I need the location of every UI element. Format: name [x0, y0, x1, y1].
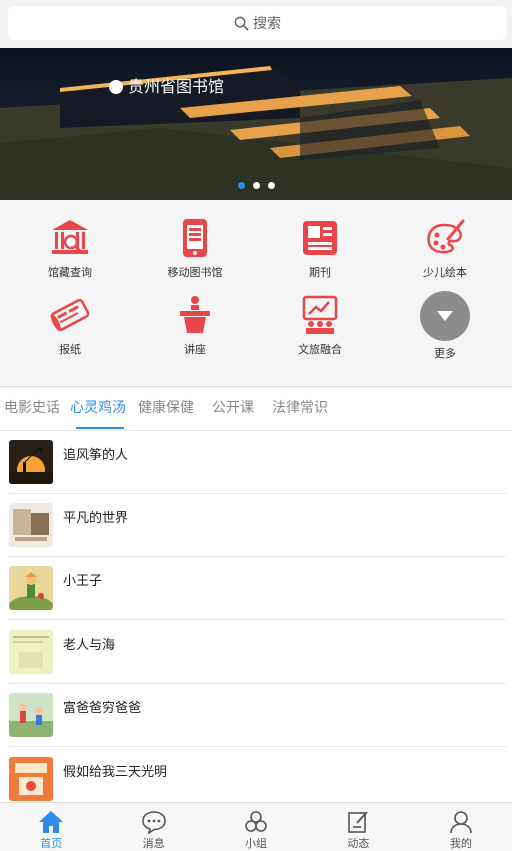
tab-label: 心灵鸡汤 [70, 400, 126, 416]
tab-health[interactable]: 健康保健 [138, 388, 194, 431]
tab-label: 我的 [449, 837, 472, 850]
grid-item-label: 讲座 [184, 343, 206, 356]
edit-note-icon [348, 811, 369, 833]
user-icon [450, 811, 472, 834]
tab-label: 首页 [40, 837, 63, 850]
chevron-down-icon [437, 311, 453, 321]
book-cover [9, 757, 53, 801]
book-title: 老人与海 [63, 638, 116, 653]
list-item[interactable]: 平凡的世界 [0, 494, 512, 557]
tab-film-history[interactable]: 电影史话 [4, 388, 60, 431]
presentation-board-icon [295, 293, 345, 337]
bottom-tab-bar: 首页 消息 小组 动态 我的 [0, 802, 512, 851]
banner-carousel[interactable]: 贵州省图书馆 [0, 48, 512, 200]
library-sign-text: 贵州省图书馆 [128, 77, 224, 96]
feature-grid: 馆藏查询 移动图书馆 期刊 少儿绘本 报纸 讲座 文旅融合 更多 [0, 200, 512, 387]
divider [9, 746, 506, 747]
book-title: 富爸爸穷爸爸 [63, 701, 142, 716]
home-icon [39, 811, 64, 833]
carousel-dot[interactable] [237, 182, 245, 189]
list-item[interactable]: 富爸爸穷爸爸 [0, 684, 512, 747]
tab-home[interactable]: 首页 [0, 803, 102, 851]
carousel-dot[interactable] [252, 182, 260, 189]
tab-activity[interactable]: 动态 [307, 803, 409, 851]
mobile-phone-book-icon [170, 216, 220, 260]
book-list: 追风筝的人 平凡的世界 小王子 老人与海 富爸爸穷爸爸 假如给我三天光明 [0, 431, 512, 802]
carousel-dot[interactable] [267, 182, 275, 189]
tab-legal[interactable]: 法律常识 [272, 388, 328, 431]
chat-bubble-icon [141, 811, 166, 834]
grid-item-picture-books[interactable]: 少儿绘本 [381, 200, 509, 280]
tab-label: 小组 [245, 837, 268, 850]
tab-groups[interactable]: 小组 [205, 803, 307, 851]
search-bar: 搜索 [0, 0, 512, 48]
book-cover [9, 503, 53, 547]
book-title: 追风筝的人 [63, 448, 129, 463]
grid-item-lectures[interactable]: 讲座 [131, 277, 259, 357]
tab-label: 动态 [347, 837, 370, 850]
tab-profile[interactable]: 我的 [410, 803, 512, 851]
grid-item-label: 文旅融合 [298, 343, 342, 356]
search-icon [234, 16, 249, 30]
book-title: 小王子 [63, 574, 103, 589]
tab-chicken-soup[interactable]: 心灵鸡汤 [70, 388, 130, 431]
book-title: 平凡的世界 [63, 511, 129, 526]
grid-item-label: 报纸 [59, 343, 81, 356]
book-cover [9, 630, 53, 674]
library-building-photo: 贵州省图书馆 [0, 66, 512, 200]
lecture-podium-icon [170, 293, 220, 337]
book-cover [9, 566, 53, 610]
list-item[interactable]: 小王子 [0, 557, 512, 620]
tab-label: 消息 [142, 837, 165, 850]
search-placeholder: 搜索 [253, 16, 281, 32]
tab-open-course[interactable]: 公开课 [212, 388, 254, 431]
grid-item-journals[interactable]: 期刊 [256, 200, 384, 280]
grid-item-newspapers[interactable]: 报纸 [6, 277, 134, 357]
grid-item-label: 更多 [434, 347, 456, 360]
book-title: 假如给我三天光明 [63, 765, 168, 780]
library-building-icon [45, 216, 95, 260]
group-icon [245, 811, 267, 832]
list-item[interactable]: 假如给我三天光明 [0, 748, 512, 802]
tab-messages[interactable]: 消息 [102, 803, 204, 851]
more-button[interactable] [420, 291, 470, 341]
grid-item-culture-tourism[interactable]: 文旅融合 [256, 277, 384, 357]
book-cover [9, 440, 53, 484]
divider [9, 619, 506, 620]
rolled-newspaper-icon [45, 293, 95, 337]
book-cover [9, 693, 53, 737]
grid-item-more[interactable]: 更多 [381, 277, 509, 360]
search-input[interactable]: 搜索 [8, 6, 507, 40]
carousel-indicators [0, 182, 512, 189]
newspaper-icon [295, 216, 345, 260]
list-item[interactable]: 老人与海 [0, 621, 512, 684]
list-item[interactable]: 追风筝的人 [0, 431, 512, 494]
grid-item-collection-search[interactable]: 馆藏查询 [6, 200, 134, 280]
category-tabs: 电影史话 心灵鸡汤 健康保健 公开课 法律常识 [0, 388, 512, 431]
paint-palette-icon [420, 216, 470, 260]
grid-item-mobile-library[interactable]: 移动图书馆 [131, 200, 259, 280]
